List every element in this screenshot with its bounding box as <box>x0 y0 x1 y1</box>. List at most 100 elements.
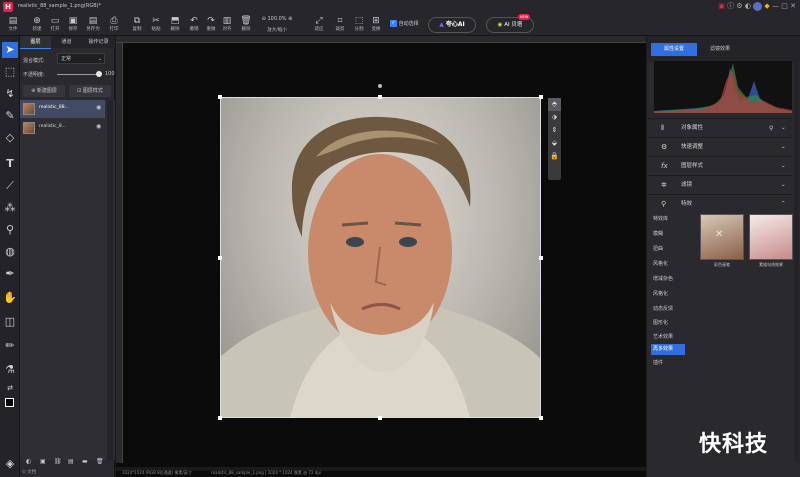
settings-icon[interactable]: ⚙ <box>736 2 742 10</box>
effect-category-selected[interactable]: 再多效果 <box>651 344 685 355</box>
resize-handle[interactable] <box>218 416 222 420</box>
save-as-icon: ▤ <box>88 16 98 26</box>
pen-tool-icon[interactable]: ✒ <box>2 266 18 282</box>
effect-category[interactable]: 模糊 <box>651 229 689 240</box>
eraser-tool-icon[interactable]: ◇ <box>2 130 18 146</box>
opacity-slider[interactable] <box>57 74 99 75</box>
effect-category[interactable]: 风格化 <box>651 259 689 270</box>
effect-category[interactable]: 特效库 <box>651 214 689 225</box>
section-filters[interactable]: ✲ 滤镜 ⌄ <box>647 175 792 194</box>
tab-properties[interactable]: 属性设置 <box>651 43 697 56</box>
spray-tool-icon[interactable]: ⁂ <box>2 200 18 216</box>
close-button[interactable]: ✕ <box>790 2 796 10</box>
section-object-properties[interactable]: ⫴ 对象属性 ⚲ ⌄ <box>647 118 792 137</box>
shape-tool-icon[interactable]: ◫ <box>2 314 18 330</box>
tab-history[interactable]: 操作记录 <box>82 36 115 48</box>
section-effects[interactable]: ⚲ 特效 ⌃ <box>647 194 792 213</box>
image-layer[interactable] <box>220 97 541 418</box>
effect-thumbnail[interactable] <box>749 214 793 260</box>
eyedropper-tool-icon[interactable]: ⚗ <box>2 362 18 378</box>
pencil-tool-icon[interactable]: ✏ <box>2 338 18 354</box>
opacity-slider-handle[interactable] <box>96 71 102 77</box>
maximize-button[interactable]: □ <box>781 2 788 10</box>
minimize-button[interactable]: — <box>772 2 779 10</box>
effect-category[interactable]: 插件 <box>651 358 689 369</box>
lasso-tool-icon[interactable]: ↯ <box>2 86 18 102</box>
hand-tool-icon[interactable]: ✋ <box>2 290 18 306</box>
tab-layers[interactable]: 图层 <box>20 36 51 49</box>
info-icon[interactable]: ◐ <box>745 2 751 10</box>
effect-thumbnail[interactable]: ✕ <box>700 214 744 260</box>
layer-row[interactable]: realistic_8... ◉ <box>20 119 105 137</box>
effect-category[interactable]: 扭曲 <box>651 244 689 255</box>
layer-stack-icon[interactable]: ⬗ <box>548 111 561 124</box>
stamp-tool-icon[interactable]: ⚲ <box>2 222 18 238</box>
zoom-control[interactable]: ⊖ 100.0% ⊕ 放大/缩小 <box>254 16 300 34</box>
notification-icon[interactable]: ▣ <box>718 2 725 10</box>
layer-style-button[interactable]: ⊡ 图层样式 <box>69 85 111 97</box>
effect-category[interactable]: 图形化 <box>651 318 689 329</box>
new-layer-button[interactable]: ⊕ 新建图层 <box>23 85 65 97</box>
avatar[interactable] <box>753 1 763 11</box>
effect-category[interactable]: 动态反馈 <box>651 304 689 315</box>
magic-wand-tool-icon[interactable]: ✎ <box>2 108 18 124</box>
resize-handle[interactable] <box>378 416 382 420</box>
toolbar-fit[interactable]: ⤢ 适应 <box>308 15 330 35</box>
resize-handle[interactable] <box>378 95 382 99</box>
section-layer-style[interactable]: fx 图层样式 ⌄ <box>647 156 792 175</box>
section-quick-adjust[interactable]: ⚙ 快速调整 ⌄ <box>647 137 792 156</box>
blend-mode-select[interactable]: 正常 ⌄ <box>57 53 105 64</box>
layer-thumbnail <box>23 122 35 134</box>
rotate-handle[interactable] <box>378 84 382 88</box>
zoom-value[interactable]: 100.0% <box>267 16 286 22</box>
resize-handle[interactable] <box>539 256 543 260</box>
adjust-layer-icon[interactable]: ◐ <box>26 456 31 468</box>
tab-filter-effects[interactable]: 滤镜效果 <box>697 43 743 56</box>
visibility-icon[interactable]: ◉ <box>96 123 101 130</box>
visibility-icon[interactable]: ◉ <box>96 104 101 111</box>
blur-tool-icon[interactable]: ◍ <box>2 244 18 260</box>
right-panel-scrollbar[interactable] <box>794 62 799 462</box>
layers-toggle-icon[interactable]: ◈ <box>2 456 18 472</box>
layer-down-icon[interactable]: ⬙ <box>548 137 561 150</box>
pin-icon[interactable]: ⚲ <box>769 119 773 138</box>
resize-handle[interactable] <box>539 416 543 420</box>
zoom-out-icon[interactable]: ⊖ <box>262 16 266 22</box>
toolbar-save[interactable]: ▣ 保存 <box>62 15 84 35</box>
zoom-in-icon[interactable]: ⊕ <box>288 16 292 22</box>
layer-up-icon[interactable]: ⬘ <box>548 98 561 111</box>
toolbar-save-as[interactable]: ▤ 另存为 <box>82 15 104 35</box>
marquee-tool-icon[interactable]: ⬚ <box>2 64 18 80</box>
checkbox-icon[interactable]: ✓ <box>390 20 397 27</box>
layer-merge-icon[interactable]: ⇕ <box>548 124 561 137</box>
effect-category[interactable]: 增减杂色 <box>651 274 689 285</box>
layer-row[interactable]: realistic_88... ◉ <box>20 100 105 118</box>
effect-thumbnail-label: 素描勾线效果 <box>759 262 783 267</box>
ai-brand-button[interactable]: ▲ 夸心AI <box>428 17 476 33</box>
auto-select-checkbox[interactable]: ✓ 自动选择 <box>390 20 419 29</box>
resize-handle[interactable] <box>218 256 222 260</box>
effect-category[interactable]: 艺术效果 <box>651 332 689 343</box>
help-icon[interactable]: ⓘ <box>727 2 734 10</box>
mask-icon[interactable]: ▣ <box>40 456 46 468</box>
resize-handle[interactable] <box>539 95 543 99</box>
delete-layer-icon[interactable]: 🗑 <box>96 456 104 468</box>
file-menu[interactable]: ▤ 文件 <box>2 15 24 35</box>
lock-icon[interactable]: 🔒 <box>548 150 561 163</box>
effect-category[interactable]: 风格化 <box>651 289 689 300</box>
group-icon[interactable]: ▤ <box>68 456 74 468</box>
tab-channels[interactable]: 通道 <box>51 36 82 48</box>
toolbar-print[interactable]: ⎙ 打印 <box>103 15 125 35</box>
link-icon[interactable]: ⛓ <box>54 456 62 468</box>
folder-icon[interactable]: ▬ <box>82 456 88 468</box>
canvas-area[interactable]: ⬘ ⬗ ⇕ ⬙ 🔒 1024*1024 (RGB 8位通道) 像素/英寸 rea… <box>116 36 646 477</box>
resize-handle[interactable] <box>218 95 222 99</box>
layers-scrollbar[interactable] <box>107 100 113 460</box>
text-tool-icon[interactable]: T <box>2 156 18 172</box>
vip-icon[interactable]: ◆ <box>764 2 769 10</box>
toolbar-transform[interactable]: ⊞ 变换 <box>365 15 387 35</box>
foreground-color[interactable] <box>5 398 14 407</box>
swap-colors-icon[interactable]: ⇄ <box>2 380 18 396</box>
move-tool-icon[interactable]: ➤ <box>2 42 18 58</box>
brush-tool-icon[interactable]: ⟋ <box>2 178 18 194</box>
